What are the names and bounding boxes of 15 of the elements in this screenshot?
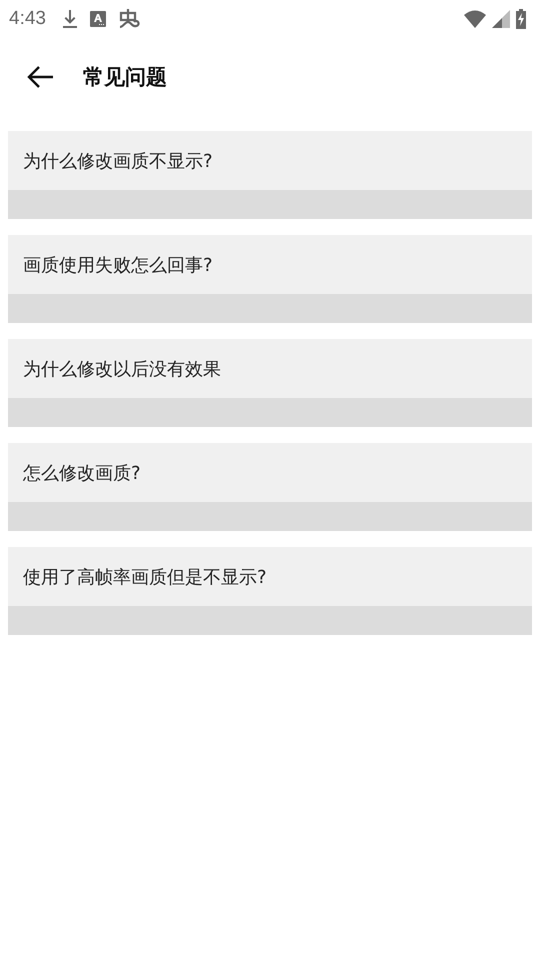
back-arrow-icon	[26, 65, 54, 89]
faq-question[interactable]: 为什么修改画质不显示?	[8, 131, 532, 190]
faq-question[interactable]: 怎么修改画质?	[8, 443, 532, 502]
app-icon	[118, 8, 140, 30]
wifi-icon	[464, 10, 486, 28]
faq-question[interactable]: 为什么修改以后没有效果	[8, 339, 532, 398]
status-time: 4:43	[9, 8, 46, 30]
page-title: 常见问题	[83, 64, 167, 91]
faq-question[interactable]: 使用了高帧率画质但是不显示?	[8, 547, 532, 606]
battery-icon	[516, 9, 526, 29]
faq-question[interactable]: 画质使用失败怎么回事?	[8, 235, 532, 294]
back-button[interactable]	[26, 65, 54, 89]
download-icon	[62, 9, 78, 29]
text-box-icon	[90, 11, 106, 27]
signal-icon	[492, 10, 510, 28]
